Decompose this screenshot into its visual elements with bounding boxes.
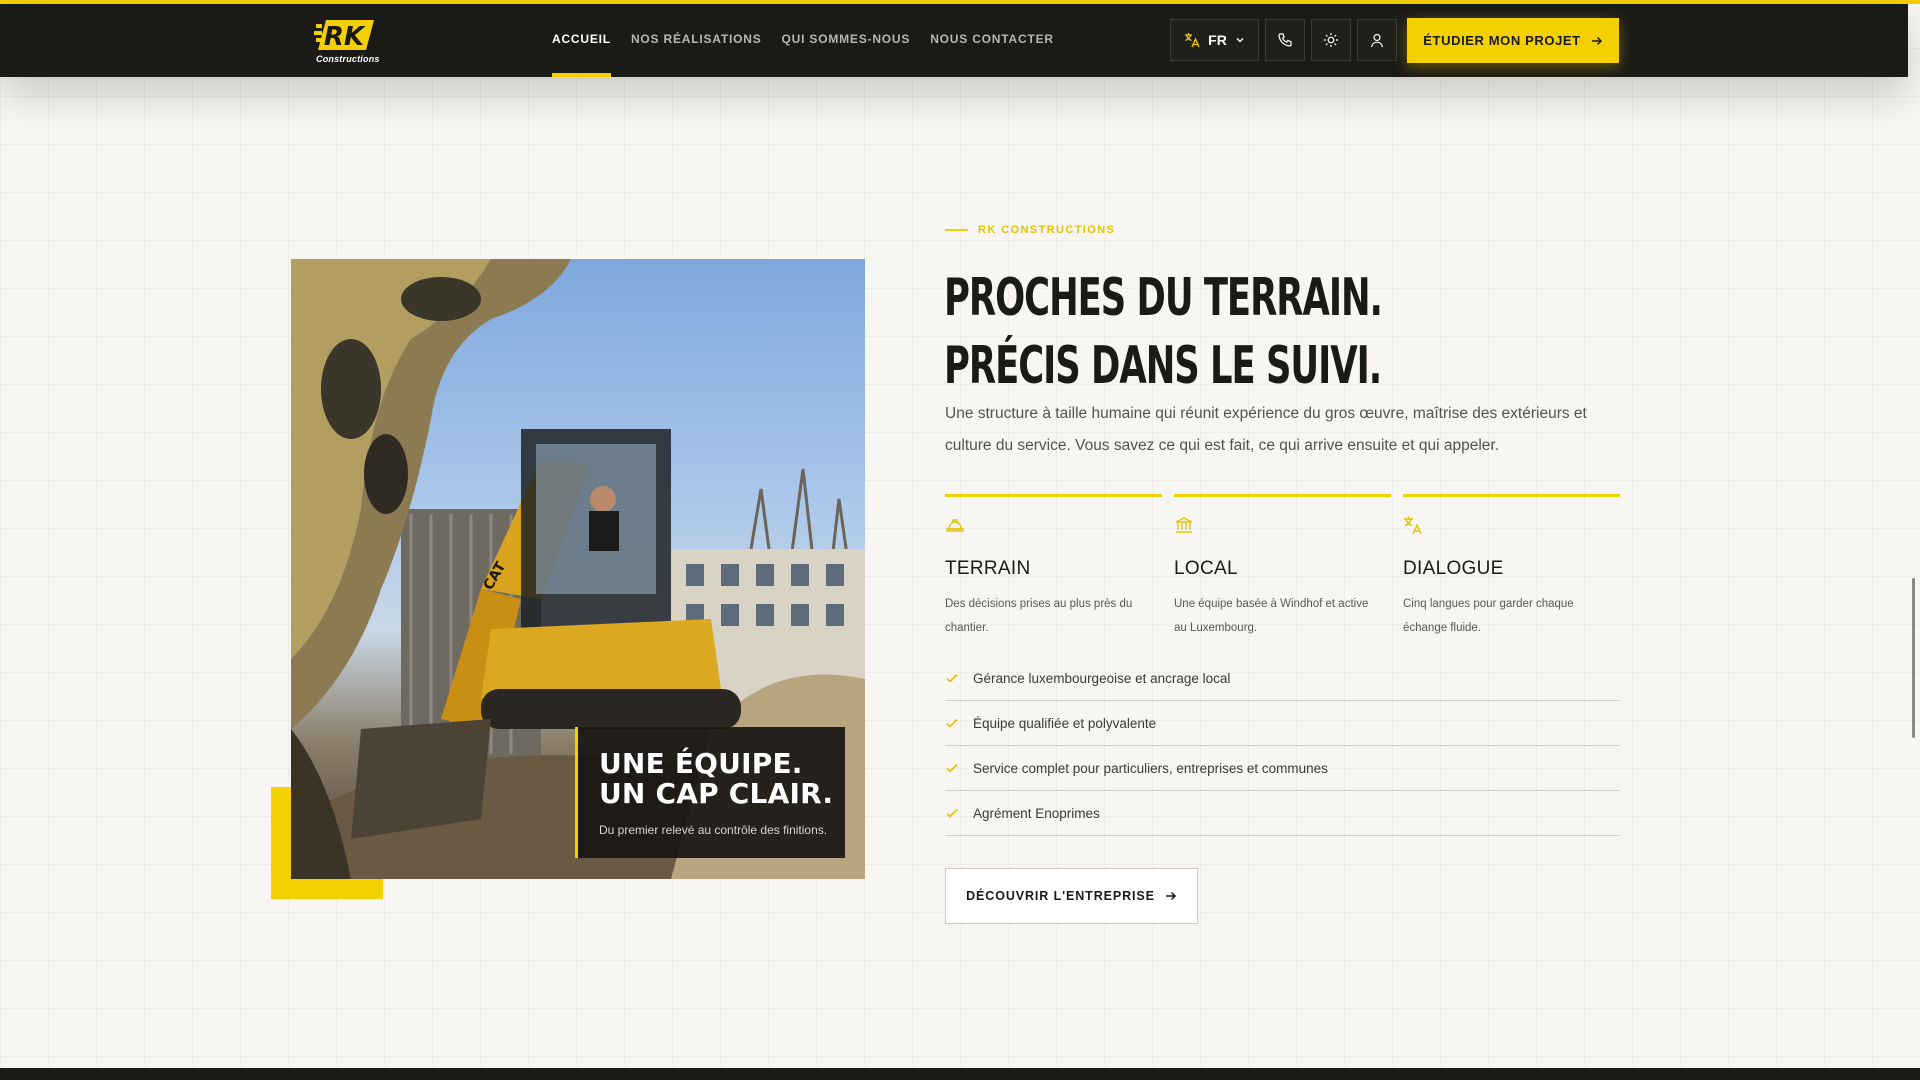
check-icon: [946, 808, 958, 818]
nav-item-nos-realisations[interactable]: NOS RÉALISATIONS: [631, 4, 762, 77]
feature-title: TERRAIN: [945, 558, 1031, 579]
site-header: RK Constructions ACCUEIL NOS RÉALISATION…: [0, 4, 1908, 77]
list-item-label: Équipe qualifiée et polyvalente: [973, 715, 1157, 731]
chevron-down-icon: [1236, 37, 1244, 43]
brand-logo[interactable]: RK Constructions: [314, 16, 380, 66]
feature-list: TERRAIN Des décisions prises au plus prè…: [945, 494, 1620, 640]
arrow-right-icon: [1165, 891, 1176, 901]
list-item: Gérance luxembourgeoise et ancrage local: [945, 656, 1620, 701]
feature-title: DIALOGUE: [1403, 558, 1504, 579]
svg-text:RK: RK: [324, 22, 366, 52]
study-project-button[interactable]: ÉTUDIER MON PROJET: [1407, 18, 1619, 63]
section-intro: Une structure à taille humaine qui réuni…: [945, 405, 1587, 454]
caption-title-line-2: UN CAP CLAIR.: [599, 777, 834, 810]
feature-local: LOCAL Une équipe basée à Windhof et acti…: [1174, 494, 1391, 640]
feature-title: LOCAL: [1174, 558, 1238, 579]
list-item-label: Gérance luxembourgeoise et ancrage local: [973, 670, 1231, 686]
caption-subtitle: Du premier relevé au contrôle des finiti…: [599, 823, 828, 837]
nav-item-nous-contacter[interactable]: NOUS CONTACTER: [930, 4, 1054, 77]
eyebrow-line: [945, 229, 968, 231]
check-icon: [946, 763, 958, 773]
caption-title: UNE ÉQUIPE. UN CAP CLAIR.: [599, 749, 845, 809]
feature-text: Cinq langues pour garder chaque échange …: [1403, 598, 1574, 634]
nav-item-qui-sommes-nous[interactable]: QUI SOMMES-NOUS: [782, 4, 911, 77]
section-headline: PROCHES DU TERRAIN. PRÉCIS DANS LE SUIVI…: [944, 264, 1383, 400]
discover-company-button[interactable]: DÉCOUVRIR L'ENTREPRISE: [945, 868, 1198, 924]
language-selector[interactable]: FR: [1170, 19, 1259, 61]
brand-logo-subtitle: Constructions: [316, 54, 380, 64]
study-project-label: ÉTUDIER MON PROJET: [1423, 33, 1581, 48]
headline-line-1: PROCHES DU TERRAIN.: [944, 268, 1383, 328]
footer-edge: [0, 1068, 1920, 1080]
language-code: FR: [1208, 32, 1227, 48]
feature-text: Des décisions prises au plus près du cha…: [945, 598, 1133, 634]
landmark-icon: [1175, 517, 1193, 533]
photo-caption-card: UNE ÉQUIPE. UN CAP CLAIR. Du premier rel…: [575, 727, 845, 858]
page-scrollbar[interactable]: [1912, 578, 1915, 738]
nav-item-accueil[interactable]: ACCUEIL: [552, 4, 611, 77]
phone-button[interactable]: [1265, 19, 1305, 61]
sun-icon: [1324, 33, 1338, 47]
phone-icon: [1278, 33, 1292, 47]
discover-company-label: DÉCOUVRIR L'ENTREPRISE: [966, 889, 1155, 903]
benefits-checklist: Gérance luxembourgeoise et ancrage local…: [945, 656, 1620, 836]
main-nav: ACCUEIL NOS RÉALISATIONS QUI SOMMES-NOUS…: [552, 4, 1074, 77]
list-item: Équipe qualifiée et polyvalente: [945, 701, 1620, 746]
eyebrow-label: RK CONSTRUCTIONS: [978, 224, 1116, 236]
feature-dialogue: DIALOGUE Cinq langues pour garder chaque…: [1403, 494, 1620, 640]
list-item: Service complet pour particuliers, entre…: [945, 746, 1620, 791]
feature-text: Une équipe basée à Windhof et active au …: [1174, 598, 1369, 634]
headline-line-2: PRÉCIS DANS LE SUIVI.: [944, 336, 1382, 396]
caption-title-line-1: UNE ÉQUIPE.: [599, 747, 803, 780]
translate-icon: [1404, 516, 1422, 535]
account-button[interactable]: [1357, 19, 1397, 61]
section-eyebrow: RK CONSTRUCTIONS: [945, 224, 1115, 236]
theme-toggle-button[interactable]: [1311, 19, 1351, 61]
check-icon: [946, 673, 958, 683]
translate-icon: [1185, 33, 1200, 48]
feature-terrain: TERRAIN Des décisions prises au plus prè…: [945, 494, 1162, 640]
list-item: Agrément Enoprimes: [945, 791, 1620, 836]
list-item-label: Service complet pour particuliers, entre…: [973, 760, 1328, 776]
hard-hat-icon: [946, 519, 964, 532]
arrow-right-icon: [1591, 36, 1602, 45]
list-item-label: Agrément Enoprimes: [973, 805, 1100, 821]
user-icon: [1370, 33, 1384, 48]
check-icon: [946, 718, 958, 728]
